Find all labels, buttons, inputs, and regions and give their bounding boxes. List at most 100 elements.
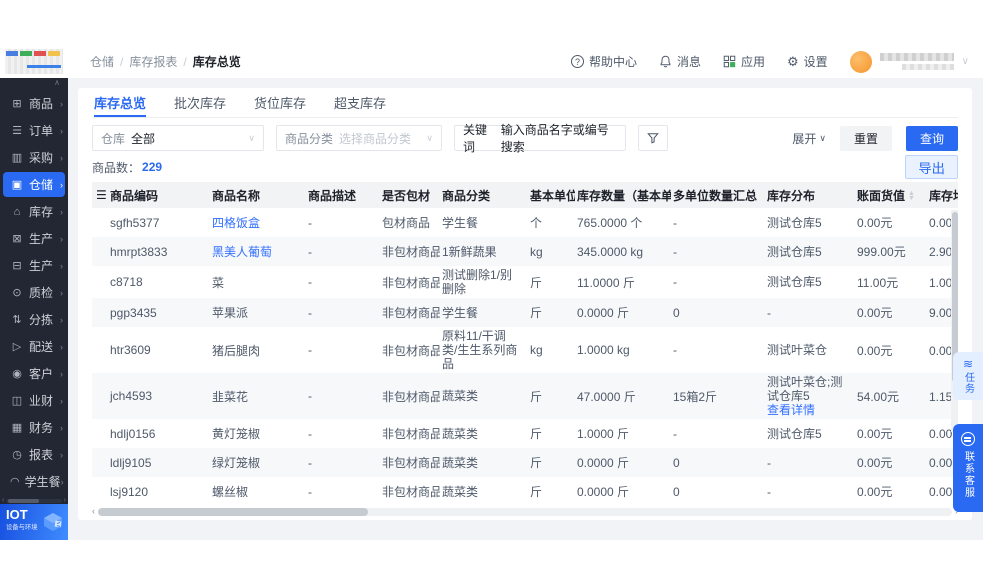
column-settings-icon[interactable]: ☰ bbox=[92, 188, 108, 202]
sidebar-item-生产[interactable]: ⊟ 生产 › bbox=[0, 252, 68, 279]
tab-货位库存[interactable]: 货位库存 bbox=[254, 88, 306, 117]
keyword-input[interactable]: 关键词 输入商品名字或编号搜索 bbox=[454, 123, 626, 154]
export-button[interactable]: 导出 bbox=[905, 155, 958, 179]
table-horizontal-scrollbar[interactable]: ‹ › bbox=[92, 507, 958, 516]
cell-packaging: 非包材商品 bbox=[382, 245, 440, 259]
settings-button[interactable]: ⚙ 设置 bbox=[787, 53, 828, 70]
view-detail-link[interactable]: 查看详情 bbox=[767, 403, 815, 417]
dist-text: 测试仓库5 bbox=[767, 215, 822, 230]
inventory-icon: ⌂ bbox=[13, 205, 21, 218]
sidebar-item-报表[interactable]: ◷ 报表 › bbox=[0, 441, 68, 468]
advanced-filter-button[interactable] bbox=[638, 125, 668, 151]
sidebar-item-财务[interactable]: ▦ 财务 › bbox=[0, 414, 68, 441]
cell-value: 0.00元 bbox=[857, 427, 893, 441]
sidebar-item-订单[interactable]: ☰ 订单 › bbox=[0, 117, 68, 144]
settings-label: 设置 bbox=[803, 55, 828, 69]
product-name-link[interactable]: 四格饭盒 bbox=[212, 216, 260, 230]
dist-text: - bbox=[767, 305, 771, 320]
user-menu[interactable]: ∨ bbox=[849, 50, 969, 73]
cell-name: 螺丝椒 bbox=[210, 483, 306, 500]
cell-code: lsj9120 bbox=[110, 484, 149, 499]
sidebar-item-学生餐[interactable]: ◠ 学生餐 › bbox=[0, 468, 68, 495]
cell-multi: 15箱2斤 bbox=[673, 389, 718, 404]
scroll-left-icon[interactable]: ‹ bbox=[2, 497, 4, 504]
tab-批次库存[interactable]: 批次库存 bbox=[174, 88, 226, 117]
funnel-icon bbox=[647, 133, 659, 144]
chevron-right-icon: › bbox=[60, 233, 63, 244]
breadcrumb-item-warehouse[interactable]: 仓储 bbox=[90, 53, 114, 70]
contact-service-float-button[interactable]: 联系客服 bbox=[953, 424, 983, 512]
cell-multi: 0 bbox=[673, 305, 680, 320]
column-header-label: 商品分类 bbox=[442, 188, 491, 203]
product-name-link[interactable]: 黑美人葡萄 bbox=[212, 245, 272, 259]
cell-unit: kg bbox=[530, 343, 543, 357]
sidebar-item-label: 采购 bbox=[29, 151, 54, 165]
sidebar-item-仓储[interactable]: ▣ 仓储 › bbox=[0, 171, 68, 198]
apps-button[interactable]: 应用 bbox=[723, 53, 765, 70]
breadcrumb: 仓储 / 库存报表 / 库存总览 bbox=[90, 53, 241, 70]
iot-banner[interactable]: IOT 设备与环境 bbox=[0, 504, 68, 540]
tab-超支库存[interactable]: 超支库存 bbox=[334, 88, 386, 117]
breadcrumb-item-report[interactable]: 库存报表 bbox=[129, 53, 177, 70]
cell-desc: - bbox=[308, 343, 312, 357]
cell-packaging: 非包材商品 bbox=[382, 427, 440, 441]
app-canvas: 仓储 / 库存报表 / 库存总览 ? 帮助中心 消息 应用 ⚙ 设置 ∨ ∧ ⊞… bbox=[0, 0, 983, 582]
help-center-label: 帮助中心 bbox=[588, 55, 637, 69]
cell-dist: - bbox=[765, 485, 855, 499]
sidebar-item-配送[interactable]: ▷ 配送 › bbox=[0, 333, 68, 360]
cell-multi: 0 bbox=[673, 455, 680, 470]
messages-button[interactable]: 消息 bbox=[659, 53, 701, 70]
expand-label: 展开 bbox=[792, 131, 817, 146]
keyword-placeholder: 输入商品名字或编号搜索 bbox=[500, 123, 609, 154]
scroll-right-icon[interactable]: › bbox=[64, 497, 66, 504]
cell-category: 测试删除1/别删除 bbox=[442, 268, 513, 296]
username-blur-line bbox=[879, 53, 954, 61]
product-count-value: 229 bbox=[142, 160, 163, 174]
help-center-button[interactable]: ? 帮助中心 bbox=[570, 53, 637, 70]
sidebar-item-商品[interactable]: ⊞ 商品 › bbox=[0, 90, 68, 117]
reset-button[interactable]: 重置 bbox=[839, 125, 892, 151]
company-blur-line bbox=[901, 64, 954, 70]
warehouse-label: 仓库 bbox=[101, 131, 126, 146]
column-header-label: 库存分布 bbox=[767, 188, 816, 203]
logo-censored-area bbox=[5, 49, 63, 74]
warehouse-select[interactable]: 仓库 全部 ∨ bbox=[92, 125, 264, 151]
cell-dist: - bbox=[765, 306, 855, 320]
sidebar-item-采购[interactable]: ▥ 采购 › bbox=[0, 144, 68, 171]
sidebar-item-库存[interactable]: ⌂ 库存 › bbox=[0, 198, 68, 225]
query-button[interactable]: 查询 bbox=[905, 125, 958, 151]
student-meal-icon: ◠ bbox=[10, 476, 20, 488]
column-header-账面货值[interactable]: 账面货值 ▲ ▼ bbox=[855, 187, 927, 204]
category-label: 商品分类 bbox=[285, 131, 334, 146]
expand-toggle[interactable]: 展开 ∨ bbox=[792, 130, 826, 147]
cell-value: 54.00元 bbox=[857, 389, 900, 404]
sidebar-item-业财[interactable]: ◫ 业财 › bbox=[0, 387, 68, 414]
table-row: hmrpt3833 黑美人葡萄 - 非包材商品 1新鲜蔬果 kg 345.0000 kg - 测… bbox=[92, 237, 958, 266]
sidebar-scroll-up-icon[interactable]: ∧ bbox=[0, 78, 68, 88]
task-float-button[interactable]: ≋ 任务 bbox=[953, 352, 983, 400]
category-select[interactable]: 商品分类 选择商品分类 ∨ bbox=[276, 125, 442, 151]
tab-库存总览[interactable]: 库存总览 bbox=[94, 88, 147, 117]
column-header-label: 库存数量（基本单位） bbox=[577, 188, 671, 203]
chevron-right-icon: › bbox=[60, 206, 63, 217]
sidebar-scrollbar[interactable]: ‹ › bbox=[2, 497, 66, 504]
iot-cube-icon bbox=[44, 513, 62, 531]
sidebar-item-质检[interactable]: ⊙ 质检 › bbox=[0, 279, 68, 306]
cell-packaging: 非包材商品 bbox=[382, 275, 440, 290]
sidebar-item-分拣[interactable]: ⇅ 分拣 › bbox=[0, 306, 68, 333]
service-label: 联系客服 bbox=[962, 451, 974, 499]
inventory-card: 库存总览 批次库存 货位库存 超支库存 仓库 全部 ∨ 商品分类 选择商品分类 ∨ 关… bbox=[78, 88, 972, 520]
cell-dist: 测试叶菜仓;测试仓库5 查看详情 bbox=[765, 375, 855, 417]
sidebar-item-label: 分拣 bbox=[29, 313, 54, 327]
sort-carets-icon[interactable]: ▲ ▼ bbox=[908, 190, 915, 202]
sidebar-item-生产[interactable]: ⊠ 生产 › bbox=[0, 225, 68, 252]
scroll-left-icon[interactable]: ‹ bbox=[92, 507, 95, 516]
cell-packaging: 非包材商品 bbox=[382, 306, 440, 320]
logo-color-bars bbox=[6, 51, 60, 56]
cell-desc: - bbox=[308, 305, 312, 320]
sidebar-item-客户[interactable]: ◉ 客户 › bbox=[0, 360, 68, 387]
sidebar-item-label: 报表 bbox=[29, 448, 54, 462]
cell-category: 学生餐 bbox=[442, 305, 479, 320]
sidebar-item-label: 库存 bbox=[29, 205, 54, 219]
column-header-库存数量（基本单位）[interactable]: 库存数量（基本单位）▲▼ bbox=[575, 187, 671, 204]
